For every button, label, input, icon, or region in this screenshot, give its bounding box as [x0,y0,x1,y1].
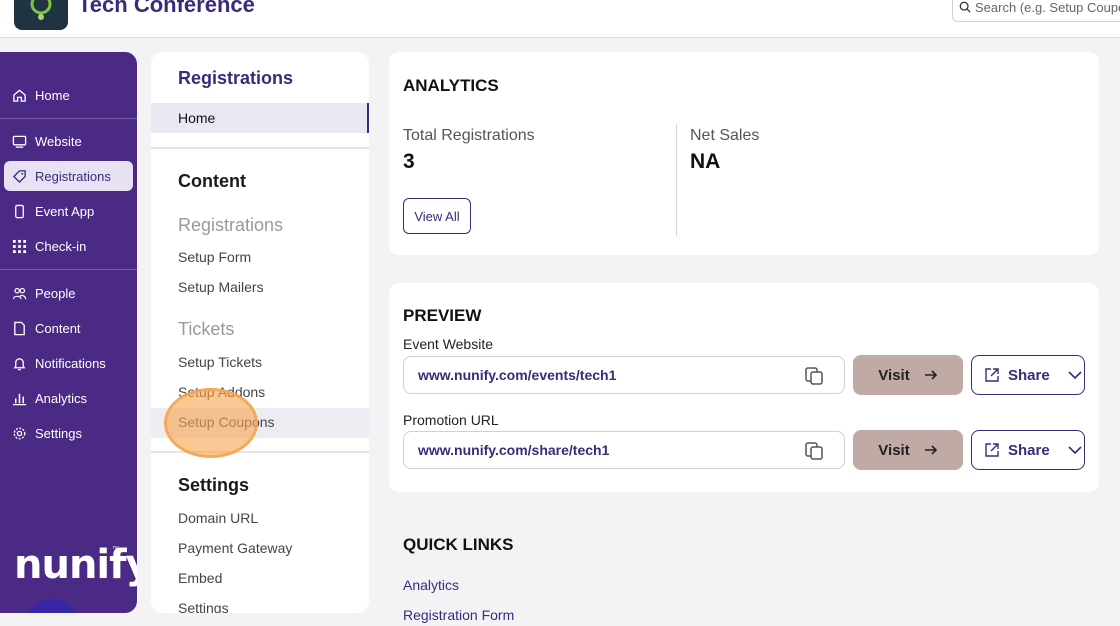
visit-event-website-button[interactable]: Visit [853,355,963,395]
bar-chart-icon [12,393,27,405]
sidebar-item-label: Event App [35,203,95,219]
quick-link-registration-form[interactable]: Registration Form [403,607,514,623]
sidebar-item-settings[interactable]: Settings [4,418,133,448]
share-promotion-url-button[interactable]: Share [971,430,1085,470]
subnav-item-home[interactable]: Home [151,103,369,133]
sidebar-item-label: Home [35,87,70,103]
qr-icon [12,239,27,253]
main-sidebar: Home Website Registrations Event App Che… [0,52,137,613]
subnav-item-settings[interactable]: Settings [178,600,229,613]
gear-icon [13,427,26,439]
visit-button-label: Visit [878,366,910,384]
sidebar-divider [0,269,137,270]
sidebar-item-label: Notifications [35,355,106,371]
search-icon [959,1,971,13]
promotion-url-label: Promotion URL [403,412,499,428]
share-button-label: Share [1008,441,1050,459]
arrow-right-icon [924,370,937,380]
sidebar-item-event-app[interactable]: Event App [4,196,133,226]
quick-links-title: QUICK LINKS [403,535,514,554]
preview-title: PREVIEW [403,306,482,325]
copy-icon[interactable] [804,441,824,461]
analytics-card: ANALYTICS Total Registrations 3 Net Sale… [389,52,1099,255]
molecule-icon [30,0,52,20]
arrow-right-icon [924,445,937,455]
subnav-item-setup-tickets[interactable]: Setup Tickets [178,354,262,370]
sidebar-divider [0,118,137,119]
search-box[interactable] [952,0,1120,22]
bell-icon [13,357,26,370]
external-link-icon [985,443,999,457]
sidebar-item-label: Registrations [35,168,111,184]
analytics-title: ANALYTICS [403,76,499,95]
sidebar-item-notifications[interactable]: Notifications [4,348,133,378]
home-icon [13,88,26,102]
cursor-indicator [24,599,80,613]
trademark-mark: ™ [112,546,119,553]
sidebar-item-analytics[interactable]: Analytics [4,383,133,413]
net-sales-label: Net Sales [690,127,760,144]
external-link-icon [985,368,999,382]
visit-button-label: Visit [878,441,910,459]
event-website-url: www.nunify.com/events/tech1 [418,367,617,383]
click-highlight [164,388,258,458]
search-input[interactable] [971,0,1120,15]
document-icon [14,321,25,335]
registrations-group-label: Registrations [178,215,284,235]
subnav-item-domain-url[interactable]: Domain URL [178,510,258,526]
total-registrations-value: 3 [403,150,415,173]
subnav-divider [151,147,369,149]
share-event-website-button[interactable]: Share [971,355,1085,395]
sidebar-item-content[interactable]: Content [4,313,133,343]
visit-promotion-url-button[interactable]: Visit [853,430,963,470]
sidebar-item-home[interactable]: Home [4,80,133,110]
sidebar-item-people[interactable]: People [4,278,133,308]
subnav-title: Registrations [178,68,294,88]
subnav-item-setup-form[interactable]: Setup Form [178,249,251,265]
sidebar-item-check-in[interactable]: Check-in [4,231,133,261]
chevron-down-icon [1068,446,1082,455]
top-bar: Tech Conference [0,0,1120,38]
sidebar-item-label: Check-in [35,238,87,254]
sidebar-item-label: Settings [35,425,82,441]
subnav-item-payment-gateway[interactable]: Payment Gateway [178,540,292,556]
stat-divider [676,124,677,236]
app-logo[interactable] [14,0,68,30]
tickets-group-label: Tickets [178,319,235,339]
event-website-url-field[interactable]: www.nunify.com/events/tech1 [403,356,845,394]
subnav-item-setup-mailers[interactable]: Setup Mailers [178,279,264,295]
preview-card: PREVIEW Event Website www.nunify.com/eve… [389,283,1099,492]
subnav-item-embed[interactable]: Embed [178,570,222,586]
share-button-label: Share [1008,366,1050,384]
promotion-url-field[interactable]: www.nunify.com/share/tech1 [403,431,845,469]
monitor-icon [12,135,27,148]
total-registrations-label: Total Registrations [403,127,535,144]
settings-heading: Settings [178,475,250,495]
view-all-button[interactable]: View All [403,198,471,234]
sidebar-item-label: People [35,285,76,301]
content-heading: Content [178,171,246,191]
sidebar-item-label: Content [35,320,81,336]
sidebar-item-label: Analytics [35,390,88,406]
phone-icon [15,204,24,218]
promotion-url: www.nunify.com/share/tech1 [418,442,610,458]
chevron-down-icon [1068,371,1082,380]
subnav-item-label: Home [178,110,216,126]
registrations-subnav: Registrations Home Content Registrations… [151,52,369,613]
sidebar-item-registrations[interactable]: Registrations [4,161,133,191]
sidebar-item-website[interactable]: Website [4,126,133,156]
event-title: Tech Conference [78,0,255,17]
net-sales-value: NA [690,150,721,173]
quick-link-analytics[interactable]: Analytics [403,577,459,593]
sidebar-item-label: Website [35,133,82,149]
ticket-icon [12,169,26,183]
event-website-label: Event Website [403,336,494,352]
people-icon [12,287,27,299]
copy-icon[interactable] [804,366,824,386]
